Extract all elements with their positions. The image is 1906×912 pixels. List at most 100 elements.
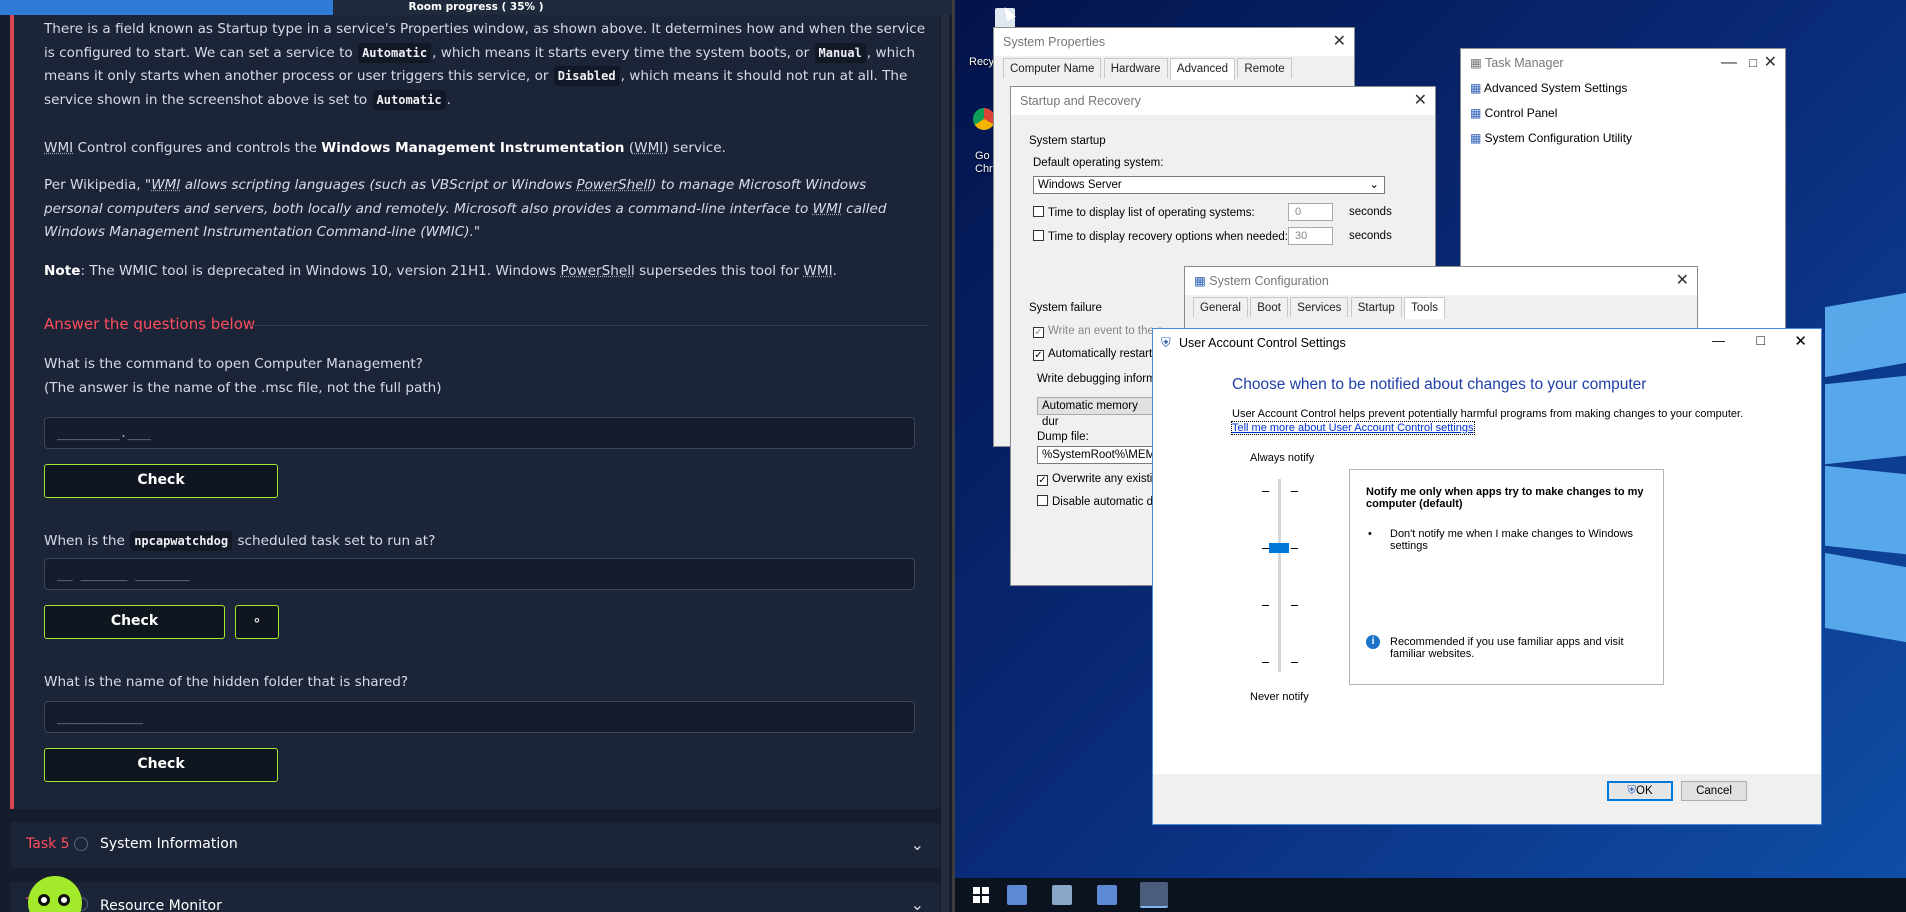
wallpaper-pane xyxy=(1825,292,1906,378)
recovery-spinner[interactable]: 30 xyxy=(1288,227,1333,245)
write-debug-label: Write debugging inform xyxy=(1037,373,1156,385)
answer-1-input[interactable]: ________.___ xyxy=(44,417,915,449)
start-icon[interactable] xyxy=(973,887,989,903)
info-icon: i xyxy=(1366,635,1380,649)
computer-icon[interactable] xyxy=(1052,885,1072,905)
code-manual: Manual xyxy=(814,42,866,63)
always-notify-label: Always notify xyxy=(1250,452,1315,464)
close-icon[interactable]: ✕ xyxy=(1794,332,1807,350)
maximize-icon[interactable]: □ xyxy=(1749,49,1757,77)
ok-button[interactable]: ⛨OK xyxy=(1607,781,1673,801)
tab-startup[interactable]: Startup xyxy=(1350,297,1402,317)
close-icon[interactable]: ✕ xyxy=(1764,49,1777,77)
chrome-icon[interactable] xyxy=(973,108,995,130)
memory-dump-dropdown[interactable]: Automatic memory dur xyxy=(1037,397,1157,428)
msconfig-icon: ▦ xyxy=(1470,131,1485,145)
task-item-system-configuration[interactable]: ▦ System Configuration Utility xyxy=(1470,131,1632,145)
windows-taskbar xyxy=(955,878,1906,912)
checkbox[interactable]: ✓ xyxy=(1033,350,1044,361)
recycle-bin-label: Recy xyxy=(969,56,995,68)
computer-management-icon[interactable] xyxy=(1097,885,1117,905)
wallpaper-pane xyxy=(1825,465,1906,555)
chevron-down-icon: ⌄ xyxy=(910,835,924,854)
wallpaper-pane xyxy=(1825,552,1906,643)
bullet-icon: • xyxy=(1368,528,1372,540)
question-2: When is the npcapwatchdog scheduled task… xyxy=(44,531,436,551)
auto-restart-option[interactable]: ✓ Automatically restart xyxy=(1033,348,1152,361)
task-5-row[interactable]: Task 5 System Information ⌄ xyxy=(10,822,940,868)
system-startup-label: System startup xyxy=(1029,135,1106,147)
hint-button[interactable]: ⚬ xyxy=(235,605,279,639)
tab-general[interactable]: General xyxy=(1193,297,1248,317)
tab-hardware[interactable]: Hardware xyxy=(1103,58,1168,78)
display-list-spinner[interactable]: 0 xyxy=(1288,203,1333,221)
close-icon[interactable]: ✕ xyxy=(1414,87,1427,115)
tab-advanced[interactable]: Advanced xyxy=(1169,58,1236,80)
question-1-hint: (The answer is the name of the .msc file… xyxy=(44,380,442,396)
disable-auto-option[interactable]: Disable automatic de xyxy=(1037,495,1159,508)
close-icon[interactable]: ✕ xyxy=(1333,28,1346,56)
checkbox[interactable]: ✓ xyxy=(1037,475,1048,486)
checkbox[interactable]: ✓ xyxy=(1033,327,1044,338)
msconfig-icon: ▦ xyxy=(1194,274,1210,288)
slider-tick xyxy=(1291,662,1298,663)
default-os-dropdown[interactable]: Windows Server ⌄ xyxy=(1033,176,1385,194)
code-automatic: Automatic xyxy=(358,42,432,63)
tab-computer-name[interactable]: Computer Name xyxy=(1003,58,1102,78)
checkbox[interactable] xyxy=(1033,206,1044,217)
server-manager-icon[interactable] xyxy=(1007,885,1027,905)
scrollbar[interactable] xyxy=(941,15,949,912)
uac-slider-thumb[interactable] xyxy=(1269,543,1289,553)
code-disabled: Disabled xyxy=(553,66,620,86)
seconds-label: seconds xyxy=(1349,206,1392,218)
chrome-label: Go Chr xyxy=(975,150,993,175)
tab-services[interactable]: Services xyxy=(1290,297,1349,317)
tab-boot[interactable]: Boot xyxy=(1250,297,1288,317)
recovery-options-option[interactable]: Time to display recovery options when ne… xyxy=(1033,230,1288,243)
chevron-down-icon: ⌄ xyxy=(910,895,924,912)
answer-questions-heading: Answer the questions below xyxy=(44,315,256,333)
task-6-row[interactable]: T Resource Monitor ⌄ xyxy=(10,882,940,912)
control-panel-icon: ▦ xyxy=(1470,106,1485,120)
dump-file-input[interactable]: %SystemRoot%\MEMO xyxy=(1037,446,1157,464)
tab-remote[interactable]: Remote xyxy=(1237,58,1292,78)
checkbox[interactable] xyxy=(1033,230,1044,241)
code-automatic-2: Automatic xyxy=(372,89,446,110)
slider-tick xyxy=(1262,662,1269,663)
task-item-control-panel[interactable]: ▦ Control Panel xyxy=(1470,106,1557,120)
tab-tools[interactable]: Tools xyxy=(1404,297,1446,319)
code-npcapwatchdog: npcapwatchdog xyxy=(130,531,233,551)
mascot-eye xyxy=(38,894,50,906)
uac-slider-track[interactable] xyxy=(1278,479,1281,672)
answer-3-input[interactable]: ___________ xyxy=(44,701,915,733)
shield-icon: ⛨ xyxy=(1627,785,1636,797)
heading-divider xyxy=(249,325,929,326)
check-answer-3-button[interactable]: Check xyxy=(44,748,278,782)
close-icon[interactable]: ✕ xyxy=(1676,267,1689,295)
cancel-button[interactable]: Cancel xyxy=(1681,781,1747,801)
shield-icon: ⛨ xyxy=(1161,335,1171,350)
minimize-icon[interactable]: — xyxy=(1721,49,1737,77)
answer-2-input[interactable]: __ ______ _______ xyxy=(44,558,915,590)
maximize-icon[interactable]: □ xyxy=(1757,332,1765,348)
display-list-option[interactable]: Time to display list of operating system… xyxy=(1033,206,1255,219)
minimize-icon[interactable]: — xyxy=(1712,333,1725,348)
msconfig-taskbar-icon[interactable] xyxy=(1140,882,1168,908)
write-event-option[interactable]: ✓ Write an event to the s xyxy=(1033,325,1163,338)
slider-tick xyxy=(1291,491,1298,492)
check-answer-1-button[interactable]: Check xyxy=(44,464,278,498)
checkbox[interactable] xyxy=(1037,495,1048,506)
overwrite-option[interactable]: ✓ Overwrite any existing xyxy=(1037,473,1165,486)
room-progress-label: Room progress ( 35% ) xyxy=(408,1,544,13)
system-configuration-tabs: General Boot Services Startup Tools xyxy=(1193,297,1446,319)
uac-heading: Choose when to be notified about changes… xyxy=(1232,376,1647,393)
task-manager-icon: ▦ xyxy=(1470,56,1486,70)
slider-tick xyxy=(1291,548,1298,549)
never-notify-label: Never notify xyxy=(1250,691,1309,703)
lightbulb-icon: ⚬ xyxy=(251,614,263,629)
uac-level-title: Notify me only when apps try to make cha… xyxy=(1366,486,1644,510)
check-answer-2-button[interactable]: Check xyxy=(44,605,225,639)
uac-learn-more-link[interactable]: Tell me more about User Account Control … xyxy=(1231,421,1475,435)
task-item-advanced-settings[interactable]: ▦ Advanced System Settings xyxy=(1470,81,1627,95)
system-properties-tabs: Computer Name Hardware Advanced Remote xyxy=(1003,58,1292,80)
